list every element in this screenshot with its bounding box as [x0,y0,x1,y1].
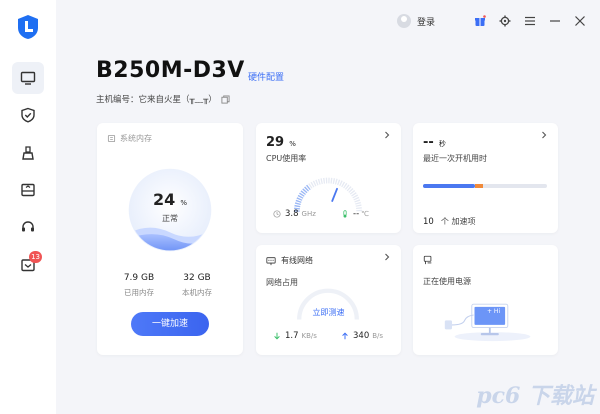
cpu-percent: 29 % [266,131,296,150]
cpu-temp-value: -- [353,209,360,219]
boot-items-count: 10 [423,217,434,227]
boot-time-unit: 秒 [438,140,446,148]
memory-title: 系统内存 [120,134,152,143]
memory-used-label: 已用内存 [124,288,154,297]
cpu-label: CPU使用率 [266,154,307,163]
boot-time-value: -- [423,135,434,150]
chevron-right-icon[interactable] [383,253,391,261]
minimize-icon[interactable] [549,15,561,27]
memory-total: 32 GB 本机内存 [172,273,222,298]
network-upload: 340 B/s [341,331,383,341]
boot-time: -- 秒 [423,131,446,150]
boot-label: 最近一次开机用时 [423,154,487,163]
network-header: 有线网络 [266,255,313,266]
sidebar-item-clean[interactable] [12,137,44,169]
cpu-temperature: -- ℃ [341,209,369,219]
gear-icon[interactable] [499,15,511,27]
sidebar-item-support[interactable] [12,211,44,243]
download-value: 1.7 [285,331,299,341]
power-card: 正在使用电源 + Hi [413,245,558,355]
ethernet-icon [266,256,276,265]
gift-box-icon[interactable] [474,15,486,27]
cpu-card[interactable]: 29 % CPU使用率 3.8 GHz -- ℃ [256,123,401,233]
memory-used-value: 7.9 GB [123,273,155,283]
cpu-frequency: 3.8 GHz [273,209,316,219]
chevron-right-icon[interactable] [383,131,391,139]
memory-status: 正常 [162,214,178,223]
host-id: 主机编号： 它来自火星（╥﹏╥） [96,93,230,105]
boot-items: 10 个 加速项 [423,209,475,228]
host-id-value: 它来自火星（╥﹏╥） [138,95,217,105]
page-title: B250M-D3V [96,58,245,83]
app-logo-icon [16,14,40,40]
sidebar: 13 [0,0,56,414]
upload-unit: B/s [372,332,384,340]
boot-progress-fill [423,184,476,188]
thermometer-icon [343,210,347,218]
host-id-label: 主机编号： [96,95,139,105]
avatar [396,14,411,28]
cpu-temp-unit: ℃ [361,210,370,218]
title-bar: 登录 [396,10,586,32]
menu-icon[interactable] [524,15,536,27]
power-label: 正在使用电源 [423,277,471,286]
cpu-percent-unit: % [289,140,296,148]
speedtest-button[interactable]: 立即测速 [256,307,401,318]
memory-chip-icon [107,134,116,143]
network-title: 有线网络 [281,256,313,265]
boot-progress [423,184,547,188]
download-unit: KB/s [301,332,317,340]
power-illustration [444,303,531,342]
watermark-text: pc6 下载站 [476,383,594,409]
login-label: 登录 [416,17,435,28]
sidebar-item-messages[interactable]: 13 [12,249,44,281]
messages-badge: 13 [29,251,42,263]
network-card[interactable]: 有线网络 网络占用 立即测速 1.7 KB/s 340 B/s [256,245,401,355]
memory-used: 7.9 GB 已用内存 [114,273,164,298]
memory-total-label: 本机内存 [182,288,212,297]
boot-card[interactable]: -- 秒 最近一次开机用时 10 个 加速项 [413,123,558,233]
close-icon[interactable] [574,15,586,27]
broom-icon [22,146,34,160]
upload-value: 340 [353,331,370,341]
main-panel: 登录 B250M-D3V 硬件配置 主机编号： 它来自火星（╥﹏╥） 系统内存 [56,0,600,414]
monitor-icon [20,71,36,85]
power-plug-icon [423,255,432,265]
watermark: pc6 下载站 [476,378,594,410]
memory-percent-unit: % [180,199,187,207]
arrow-down-icon [274,332,280,340]
memory-gauge [128,168,212,252]
chevron-right-icon[interactable] [540,131,548,139]
clock-icon [273,210,281,218]
sidebar-item-drive[interactable] [12,174,44,206]
login-button[interactable]: 登录 [396,14,435,28]
memory-card: 系统内存 24 % 正常 7.9 GB 已用内存 32 GB 本机内存 一键加速 [97,123,243,355]
network-download: 1.7 KB/s [273,331,317,341]
boost-button[interactable]: 一键加速 [131,312,209,336]
sidebar-item-security[interactable] [12,99,44,131]
memory-percent-value: 24 [152,190,176,209]
boot-items-label: 个 加速项 [440,217,476,226]
cpu-freq-unit: GHz [301,210,316,218]
cpu-freq-value: 3.8 [285,209,299,219]
cpu-percent-value: 29 [266,135,285,150]
shield-check-icon [21,107,35,123]
drive-box-icon [21,183,35,197]
headset-icon [22,221,34,232]
boot-progress-extra [475,184,483,188]
hardware-config-link[interactable]: 硬件配置 [248,70,284,83]
copy-icon[interactable] [221,94,230,104]
sidebar-item-overview[interactable] [12,62,44,94]
memory-header: 系统内存 [107,133,152,144]
memory-percent: 24 % [97,190,243,209]
power-screen-text: + Hi [487,308,501,315]
arrow-up-icon [342,332,348,340]
memory-total-value: 32 GB [183,273,211,283]
